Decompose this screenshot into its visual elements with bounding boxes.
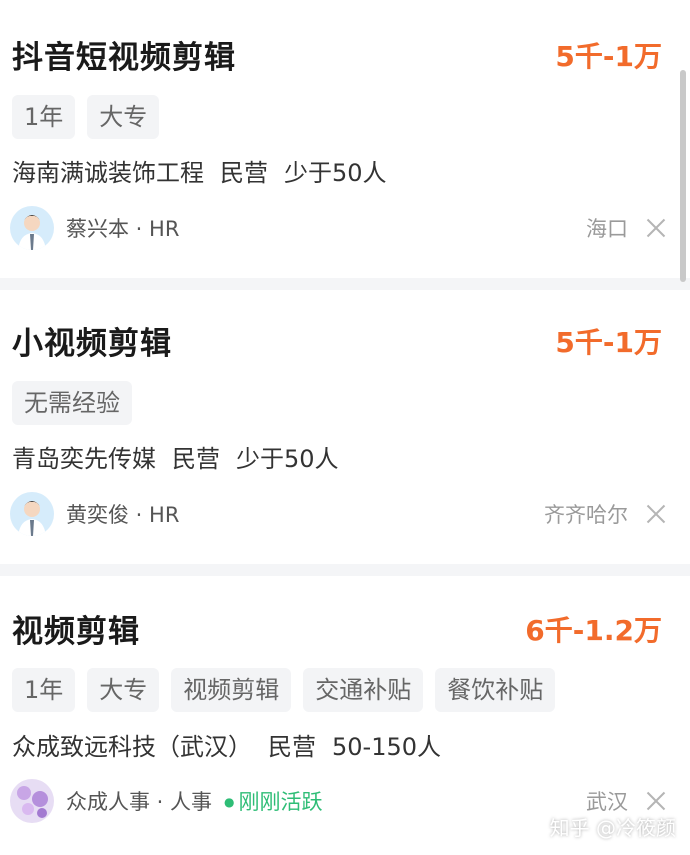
company-size: 50-150人 — [332, 733, 442, 761]
company-type: 民营 — [172, 445, 220, 473]
hr-name: 众成人事 · 人事 — [66, 790, 213, 814]
close-icon[interactable] — [646, 791, 666, 811]
company-size: 少于50人 — [236, 445, 339, 473]
job-title-row: 抖音短视频剪辑 5千-1万 — [12, 32, 662, 77]
city-label: 海口 — [586, 217, 628, 241]
salary: 6千-1.2万 — [525, 613, 662, 647]
tag: 无需经验 — [12, 381, 132, 425]
job-title: 抖音短视频剪辑 — [12, 40, 236, 76]
tag: 餐饮补贴 — [435, 668, 556, 712]
hr-row: 蔡兴本 · HR 海口 — [10, 206, 666, 250]
tag-list: 1年 大专 — [12, 95, 160, 139]
company-info: 众成致远科技（武汉） 民营 50-150人 — [12, 727, 457, 762]
tag: 交通补贴 — [303, 668, 424, 712]
job-card[interactable]: 小视频剪辑 5千-1万 无需经验 青岛奕先传媒 民营 少于50人 黄奕俊 · HR … — [0, 290, 690, 564]
salary: 5千-1万 — [555, 325, 662, 359]
job-title-row: 小视频剪辑 5千-1万 — [12, 318, 662, 363]
company-size: 少于50人 — [284, 159, 387, 187]
company-type: 民营 — [268, 733, 316, 761]
avatar-icon — [10, 779, 54, 823]
company-name: 青岛奕先传媒 — [12, 445, 156, 473]
scrollbar[interactable] — [680, 70, 686, 282]
hr-name: 蔡兴本 · HR — [66, 217, 180, 241]
tag: 视频剪辑 — [171, 668, 292, 712]
close-icon[interactable] — [646, 218, 666, 238]
tag-list: 无需经验 — [12, 381, 132, 425]
company-name: 众成致远科技（武汉） — [12, 733, 252, 761]
company-type: 民营 — [220, 159, 268, 187]
avatar-icon — [10, 492, 54, 536]
hr-row: 黄奕俊 · HR 齐齐哈尔 — [10, 492, 666, 536]
job-title: 小视频剪辑 — [12, 326, 172, 362]
tag: 大专 — [87, 95, 160, 139]
job-card[interactable]: 抖音短视频剪辑 5千-1万 1年 大专 海南满诚装饰工程 民营 少于50人 蔡兴本 … — [0, 0, 690, 278]
company-name: 海南满诚装饰工程 — [12, 159, 204, 187]
active-status: 刚刚活跃 — [224, 786, 323, 816]
tag: 1年 — [12, 95, 76, 139]
hr-name: 黄奕俊 · HR — [66, 503, 180, 527]
job-title: 视频剪辑 — [12, 614, 140, 650]
close-icon[interactable] — [646, 504, 666, 524]
salary: 5千-1万 — [555, 39, 662, 73]
job-title-row: 视频剪辑 6千-1.2万 — [12, 606, 662, 651]
watermark: 知乎 @冷筱颜 — [549, 816, 676, 840]
avatar-icon — [10, 206, 54, 250]
tag-list: 1年 大专 视频剪辑 交通补贴 餐饮补贴 — [12, 668, 556, 712]
company-info: 青岛奕先传媒 民营 少于50人 — [12, 439, 355, 474]
company-info: 海南满诚装饰工程 民营 少于50人 — [12, 153, 403, 188]
tag: 1年 — [12, 668, 76, 712]
tag: 大专 — [87, 668, 160, 712]
city-label: 齐齐哈尔 — [544, 503, 628, 527]
